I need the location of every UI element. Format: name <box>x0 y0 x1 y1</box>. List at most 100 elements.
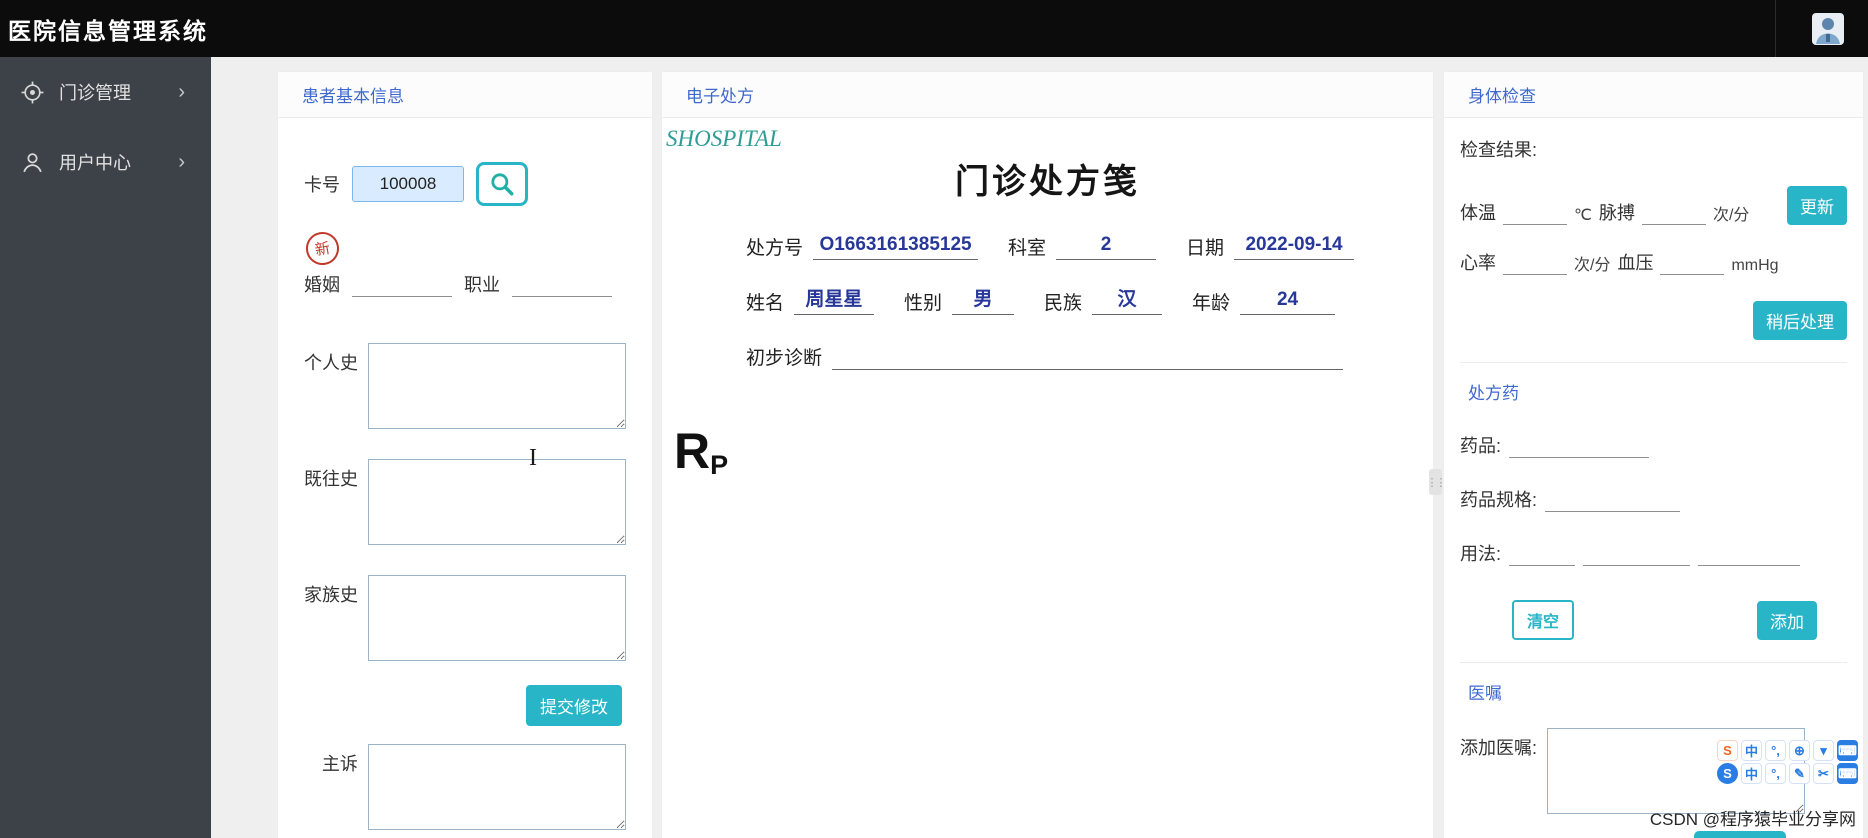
add-drug-button[interactable]: 添加 <box>1757 600 1817 640</box>
past-history-label: 既往史 <box>304 469 358 489</box>
drug-spec-row: 药品规格: <box>1460 486 1847 512</box>
submit-changes-button[interactable]: 提交修改 <box>526 685 622 726</box>
chevron-right-icon: › <box>178 80 185 103</box>
sidebar-item-label: 门诊管理 <box>59 83 131 103</box>
past-history-textarea[interactable] <box>368 459 626 545</box>
text-cursor-pointer <box>529 445 537 472</box>
ime-scissors-icon[interactable]: ✂ <box>1813 763 1834 784</box>
search-button[interactable] <box>476 162 528 206</box>
advice-submit-button[interactable] <box>1694 831 1786 838</box>
exam-panel: 身体检查 检查结果: 体温 ℃ 脉搏 次/分 更新 心率 次/分 血压 mmHg <box>1443 71 1864 838</box>
pulse-label: 脉搏 <box>1598 203 1635 223</box>
occupation-label: 职业 <box>464 275 500 295</box>
personal-history-textarea[interactable] <box>368 343 626 429</box>
exam-row-2: 心率 次/分 血压 mmHg <box>1460 249 1847 275</box>
ime-lang-icon[interactable]: 中 <box>1741 740 1762 761</box>
drug-name-row: 药品: <box>1460 432 1847 458</box>
past-history-row: 既往史 <box>304 459 626 545</box>
add-advice-label: 添加医嘱: <box>1460 738 1538 758</box>
marriage-occupation-row: 婚姻 职业 <box>304 271 626 297</box>
chief-complaint-label: 主诉 <box>321 754 358 774</box>
card-number-row: 卡号 <box>304 162 626 206</box>
pulse-input[interactable] <box>1641 201 1706 225</box>
gender-label: 性别 <box>904 293 943 314</box>
diagnosis-input[interactable] <box>832 344 1343 370</box>
marriage-input[interactable] <box>352 273 452 297</box>
usage-dose-input[interactable] <box>1509 542 1576 566</box>
blood-pressure-input[interactable] <box>1660 251 1725 275</box>
ime-pen-icon[interactable]: ✎ <box>1789 763 1810 784</box>
date-value: 2022-09-14 <box>1234 234 1355 260</box>
heart-rate-label: 心率 <box>1460 253 1496 273</box>
drug-name-label: 药品: <box>1460 436 1502 456</box>
drug-spec-label: 药品规格: <box>1460 490 1538 510</box>
ime-emoji-icon[interactable]: ⊕ <box>1789 740 1810 761</box>
ime-row-2: S 中 °, ✎ ✂ ⌨ <box>1717 763 1858 784</box>
personal-history-label: 个人史 <box>304 353 358 373</box>
new-stamp-badge: 新 <box>303 229 342 268</box>
drug-name-input[interactable] <box>1509 434 1650 458</box>
handle-later-button[interactable]: 稍后处理 <box>1753 301 1847 340</box>
temperature-input[interactable] <box>1503 201 1567 225</box>
family-history-row: 家族史 <box>304 575 626 661</box>
blood-pressure-label: 血压 <box>1617 253 1654 273</box>
sidebar-item-usercenter[interactable]: 用户中心 › <box>0 127 211 197</box>
ime-logo-icon[interactable]: S <box>1717 740 1738 761</box>
rx-no-label: 处方号 <box>746 238 804 259</box>
name-label: 姓名 <box>746 293 785 314</box>
person-bust-icon <box>1812 12 1844 45</box>
hospital-logo: SHOSPITAL <box>666 126 782 151</box>
chevron-right-icon: › <box>178 150 185 173</box>
drug-usage-row: 用法: <box>1460 540 1847 566</box>
chief-complaint-row: 主诉 <box>304 744 626 830</box>
age-label: 年龄 <box>1192 293 1231 314</box>
chief-complaint-textarea[interactable] <box>367 744 626 830</box>
age-value: 24 <box>1240 289 1336 315</box>
card-number-label: 卡号 <box>304 175 340 195</box>
occupation-input[interactable] <box>512 273 612 297</box>
rx-no-value: O1663161385125 <box>813 234 979 260</box>
update-button[interactable]: 更新 <box>1787 186 1847 225</box>
ime-punctuation-icon[interactable]: °, <box>1765 763 1786 784</box>
watermark-text: CSDN @程序猿毕业分享网 <box>1649 810 1856 829</box>
family-history-textarea[interactable] <box>368 575 626 661</box>
heart-rate-input[interactable] <box>1503 251 1567 275</box>
ime-lang-icon[interactable]: 中 <box>1741 763 1762 784</box>
dept-value: 2 <box>1056 234 1157 260</box>
name-value: 周星星 <box>794 284 875 315</box>
rp-subscript: P <box>710 450 729 480</box>
sidebar: 门诊管理 › 用户中心 › <box>0 57 211 838</box>
ime-more-icon[interactable]: ▾ <box>1813 740 1834 761</box>
clear-button[interactable]: 清空 <box>1512 600 1575 640</box>
prescription-row-1: 处方号 O1663161385125 科室 2 日期 2022-09-14 <box>746 233 1355 260</box>
advice-section-title: 医嘱 <box>1460 662 1847 704</box>
ime-punctuation-icon[interactable]: °, <box>1765 740 1786 761</box>
ime-toolbar: S 中 °, ⊕ ▾ ⌨ S 中 °, ✎ ✂ ⌨ <box>1717 740 1858 784</box>
exam-panel-title: 身体检查 <box>1444 72 1863 118</box>
prescription-panel: 电子处方 SHOSPITAL 门诊处方笺 处方号 O1663161385125 … <box>661 71 1434 838</box>
ime-logo-icon[interactable]: S <box>1717 763 1738 784</box>
drug-usage-label: 用法: <box>1460 544 1502 564</box>
sidebar-item-outpatient[interactable]: 门诊管理 › <box>0 57 211 127</box>
blood-pressure-unit: mmHg <box>1731 257 1779 274</box>
usage-method-input[interactable] <box>1698 542 1801 566</box>
prescription-row-2: 姓名 周星星 性别 男 民族 汉 年龄 24 <box>746 284 1343 315</box>
pulse-unit: 次/分 <box>1712 207 1750 224</box>
card-number-input[interactable] <box>352 166 464 202</box>
ethnic-value: 汉 <box>1092 284 1163 315</box>
marriage-label: 婚姻 <box>304 275 340 295</box>
ime-keyboard-icon[interactable]: ⌨ <box>1837 740 1858 761</box>
patient-panel-title: 患者基本信息 <box>278 72 652 118</box>
sidebar-item-label: 用户中心 <box>59 153 131 173</box>
user-avatar[interactable] <box>1806 7 1850 51</box>
drug-spec-input[interactable] <box>1545 488 1681 512</box>
topbar: 医院信息管理系统 <box>0 0 1868 57</box>
drugs-section-title: 处方药 <box>1460 362 1847 404</box>
prescription-row-3: 初步诊断 <box>746 343 1343 370</box>
ethnic-label: 民族 <box>1044 293 1083 314</box>
usage-frequency-input[interactable] <box>1583 542 1691 566</box>
main-content: 患者基本信息 卡号 新 婚姻 职业 个人史 <box>211 57 1868 838</box>
user-icon <box>20 149 46 175</box>
ime-keyboard-icon[interactable]: ⌨ <box>1837 763 1858 784</box>
panel-resize-handle[interactable] <box>1429 469 1442 495</box>
